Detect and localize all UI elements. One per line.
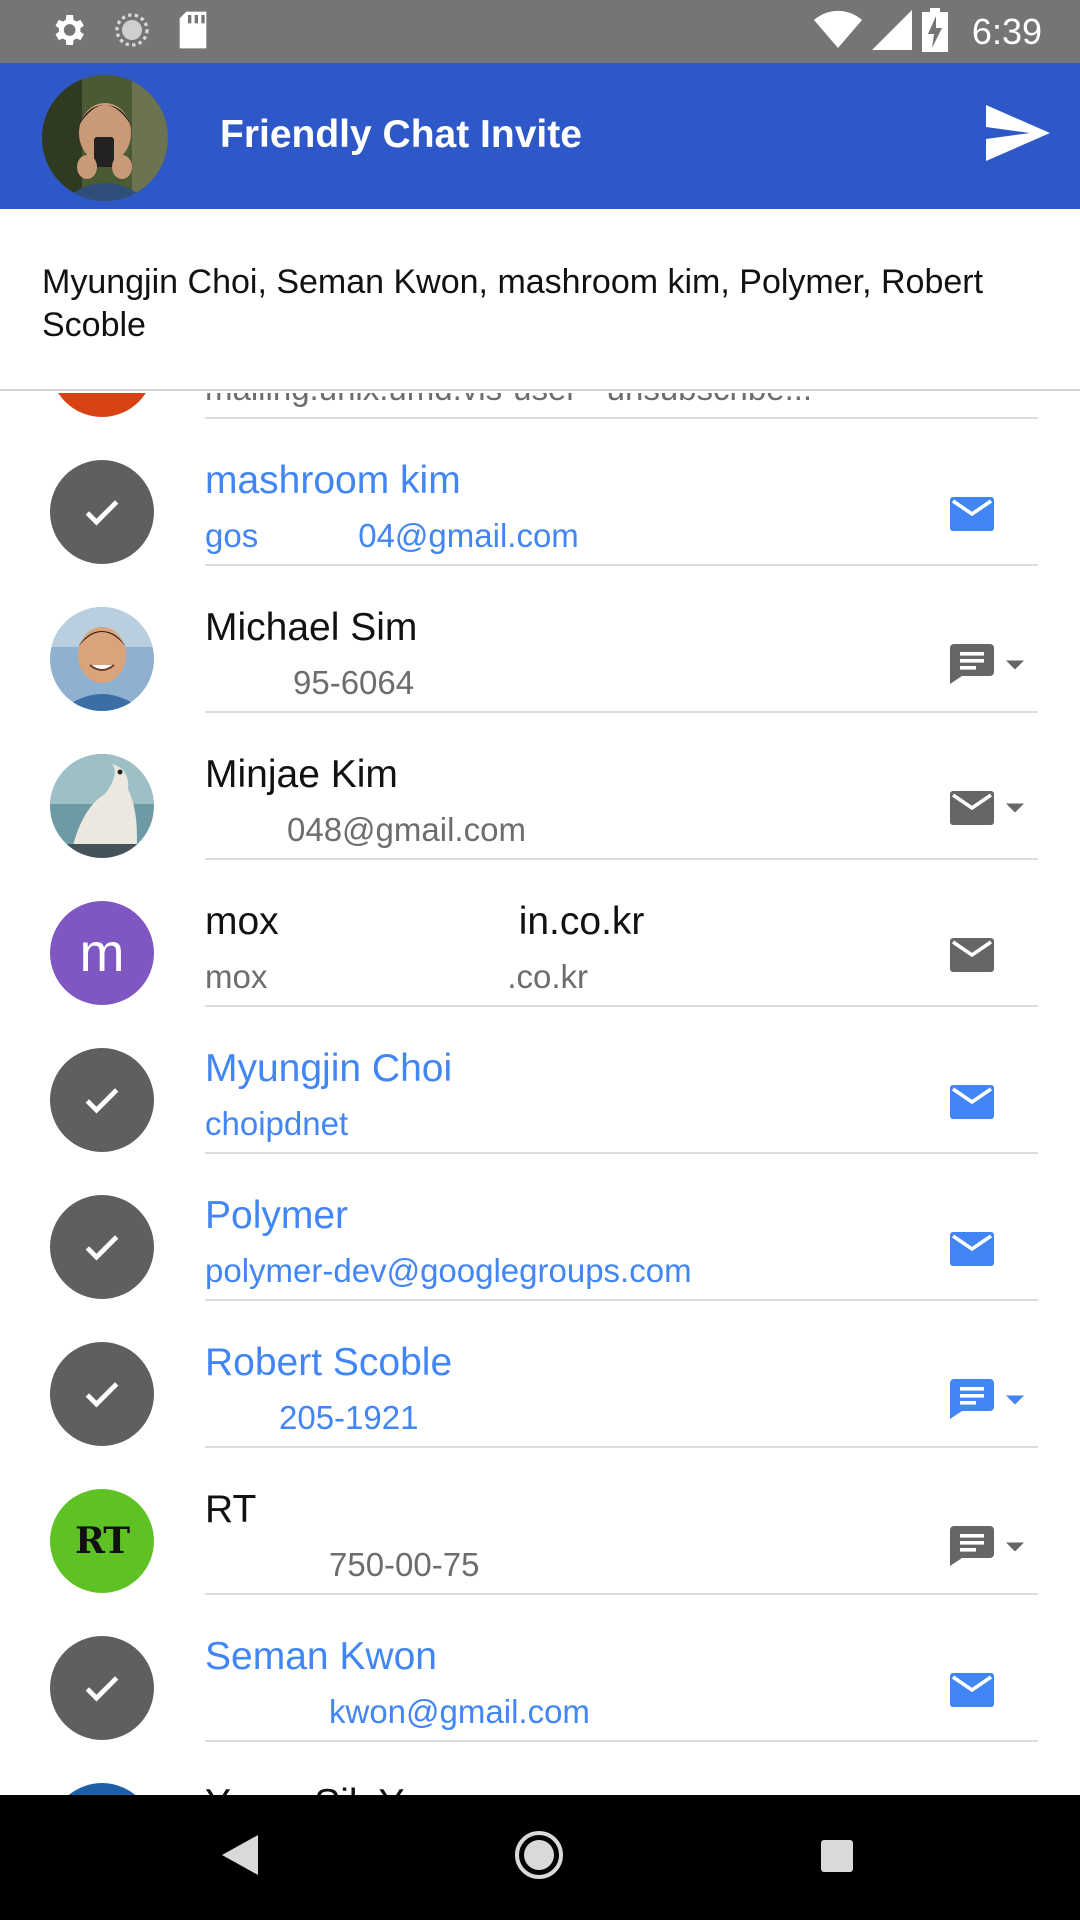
user-avatar[interactable] <box>42 75 168 201</box>
list-item[interactable]: YoungSik Yun <box>0 1742 1080 1795</box>
contact-detail: mailing.unix.umd.vis-user - unsubscribe.… <box>205 393 812 408</box>
contact-detail: 750-00-75 <box>329 1546 480 1583</box>
avatar <box>50 1636 154 1740</box>
list-item[interactable]: Polymer polymer-dev@googlegroups.com <box>0 1154 1080 1301</box>
app-bar: Friendly Chat Invite <box>0 63 1080 209</box>
contact-name: Polymer <box>205 1194 349 1237</box>
back-button[interactable] <box>222 1835 258 1880</box>
contact-detail: gos 04@gmail.com <box>205 517 579 554</box>
message-icon <box>950 1526 994 1566</box>
chevron-down-icon <box>1006 803 1024 813</box>
sync-icon <box>112 10 152 55</box>
send-icon <box>986 105 1050 161</box>
message-icon <box>950 644 994 684</box>
avatar <box>50 607 154 711</box>
contact-name: Myungjin Choi <box>205 1047 453 1090</box>
check-icon <box>85 1235 119 1261</box>
email-action-button[interactable] <box>950 791 1030 841</box>
contact-detail: kwon@gmail.com <box>329 1693 590 1730</box>
recipients-text: Myungjin Choi, Seman Kwon, mashroom kim,… <box>42 263 984 344</box>
email-action-button[interactable] <box>950 938 1030 988</box>
send-button[interactable] <box>986 105 1050 161</box>
recents-button[interactable] <box>821 1840 853 1872</box>
check-icon <box>85 1088 119 1114</box>
list-item[interactable]: Seman Kwon kwon@gmail.com <box>0 1595 1080 1742</box>
email-action-button[interactable] <box>950 497 1030 547</box>
avatar <box>50 460 154 564</box>
screen: 6:39 Friendly Chat Invite Myungjin Choi,… <box>0 0 1080 1920</box>
sd-card-icon <box>176 10 210 55</box>
avatar <box>50 1195 154 1299</box>
avatar <box>50 1048 154 1152</box>
contact-detail: mox .co.kr <box>205 958 589 995</box>
app-title: Friendly Chat Invite <box>220 113 582 156</box>
home-button[interactable] <box>514 1830 564 1885</box>
signal-icon <box>871 9 912 55</box>
list-item[interactable]: Michael Sim 95-6064 <box>0 566 1080 713</box>
list-item[interactable]: m mox in.co.kr mox .co.kr <box>0 860 1080 1007</box>
back-icon <box>222 1835 258 1875</box>
message-action-button[interactable] <box>950 644 1030 694</box>
email-icon <box>950 1085 994 1119</box>
battery-charging-icon <box>921 7 948 57</box>
message-action-button[interactable] <box>950 1379 1030 1429</box>
list-item[interactable]: mashroom kim gos 04@gmail.com <box>0 419 1080 566</box>
email-icon <box>950 497 994 531</box>
check-icon <box>85 1382 119 1408</box>
chevron-down-icon <box>1006 660 1024 670</box>
contact-name: mox in.co.kr <box>205 900 645 943</box>
email-action-button[interactable] <box>950 1673 1030 1723</box>
contact-detail: choipdnet <box>205 1105 349 1142</box>
status-time: 6:39 <box>971 11 1042 52</box>
avatar <box>50 754 154 858</box>
avatar <box>50 1342 154 1446</box>
check-icon <box>85 500 119 526</box>
list-item[interactable]: Minjae Kim 048@gmail.com <box>0 713 1080 860</box>
recipients-field[interactable]: Myungjin Choi, Seman Kwon, mashroom kim,… <box>0 209 1080 391</box>
avatar-letter: m <box>50 901 154 1005</box>
chevron-down-icon <box>1006 1395 1024 1405</box>
contact-detail: 95-6064 <box>293 664 415 701</box>
email-icon <box>950 791 994 825</box>
status-bar: 6:39 <box>0 0 1080 63</box>
contact-name: Minjae Kim <box>205 753 398 796</box>
email-icon <box>950 1232 994 1266</box>
email-icon <box>950 1673 994 1707</box>
chevron-down-icon <box>1006 1542 1024 1552</box>
contact-name: RT <box>205 1488 257 1531</box>
contact-name: YoungSik Yun <box>205 1782 446 1795</box>
avatar <box>50 393 154 417</box>
email-action-button[interactable] <box>950 1085 1030 1135</box>
list-item[interactable]: Myungjin Choi choipdnet <box>0 1007 1080 1154</box>
settings-icon <box>48 10 88 55</box>
contact-name: Michael Sim <box>205 606 418 649</box>
list-item[interactable]: mailing.unix.umd.vis-user - unsubscribe.… <box>0 393 1080 419</box>
contact-name: Seman Kwon <box>205 1635 437 1678</box>
contact-detail: polymer-dev@googlegroups.com <box>205 1252 692 1289</box>
list-item[interactable]: RT RT 750-00-75 <box>0 1448 1080 1595</box>
wifi-icon <box>813 10 862 55</box>
list-item[interactable]: Robert Scoble 205-1921 <box>0 1301 1080 1448</box>
contact-name: Robert Scoble <box>205 1341 453 1384</box>
email-action-button[interactable] <box>950 1232 1030 1282</box>
navigation-bar <box>0 1795 1080 1920</box>
contact-detail: 205-1921 <box>279 1399 419 1436</box>
rt-logo: RT <box>74 1520 130 1562</box>
avatar: RT <box>50 1489 154 1593</box>
home-icon <box>515 1831 563 1879</box>
email-icon <box>950 938 994 972</box>
contact-list[interactable]: mailing.unix.umd.vis-user - unsubscribe.… <box>0 393 1080 1795</box>
avatar <box>50 1783 154 1795</box>
check-icon <box>85 1676 119 1702</box>
contact-name: mashroom kim <box>205 459 461 502</box>
message-icon <box>950 1379 994 1419</box>
message-action-button[interactable] <box>950 1526 1030 1576</box>
contact-detail: 048@gmail.com <box>287 811 526 848</box>
